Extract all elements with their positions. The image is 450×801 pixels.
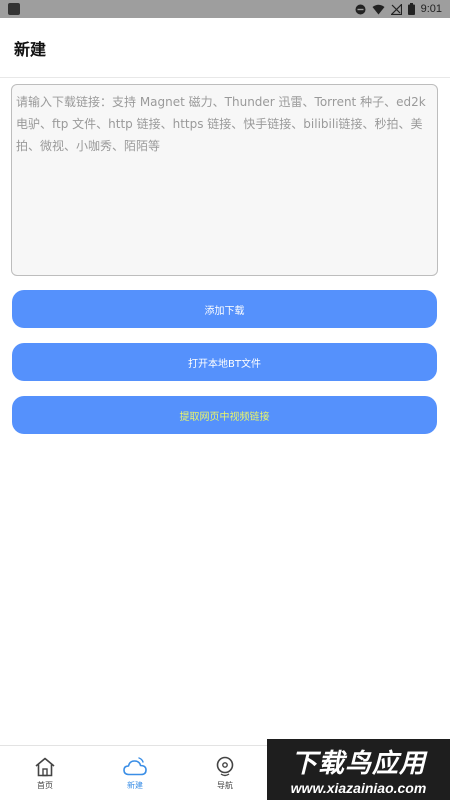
signal-off-icon bbox=[390, 3, 402, 15]
status-bar: 9:01 bbox=[0, 0, 450, 18]
page-title: 新建 bbox=[14, 39, 47, 59]
status-time: 9:01 bbox=[420, 3, 442, 15]
extract-video-link-button[interactable]: 提取网页中视频链接 bbox=[12, 396, 437, 434]
nav-item-new[interactable]: 新建 bbox=[90, 746, 180, 801]
wifi-icon bbox=[372, 4, 385, 14]
watermark-logo: 下载鸟应用 www.xiazainiao.com bbox=[267, 739, 450, 800]
download-url-input[interactable] bbox=[11, 84, 438, 276]
watermark-title: 下载鸟应用 bbox=[290, 749, 426, 779]
nav-item-home[interactable]: 首页 bbox=[0, 746, 90, 801]
nav-item-navigation[interactable]: 导航 bbox=[180, 746, 270, 801]
nav-label-new: 新建 bbox=[127, 781, 143, 790]
do-not-disturb-icon bbox=[355, 4, 366, 14]
status-icons: 9:01 bbox=[355, 3, 442, 15]
app-bar: 新建 bbox=[0, 18, 450, 78]
add-download-button[interactable]: 添加下载 bbox=[12, 290, 437, 328]
battery-icon bbox=[407, 3, 415, 15]
notification-icon bbox=[8, 3, 20, 15]
open-bt-file-button[interactable]: 打开本地BT文件 bbox=[12, 343, 437, 381]
nav-label-navigation: 导航 bbox=[217, 781, 233, 790]
extract-video-link-label: 提取网页中视频链接 bbox=[179, 411, 270, 423]
home-icon bbox=[35, 757, 55, 777]
compass-icon bbox=[216, 756, 234, 777]
watermark-url: www.xiazainiao.com bbox=[290, 780, 427, 796]
add-download-label: 添加下载 bbox=[204, 305, 245, 317]
open-bt-file-label: 打开本地BT文件 bbox=[188, 358, 261, 370]
cloud-icon bbox=[123, 757, 147, 776]
nav-label-home: 首页 bbox=[37, 781, 53, 790]
